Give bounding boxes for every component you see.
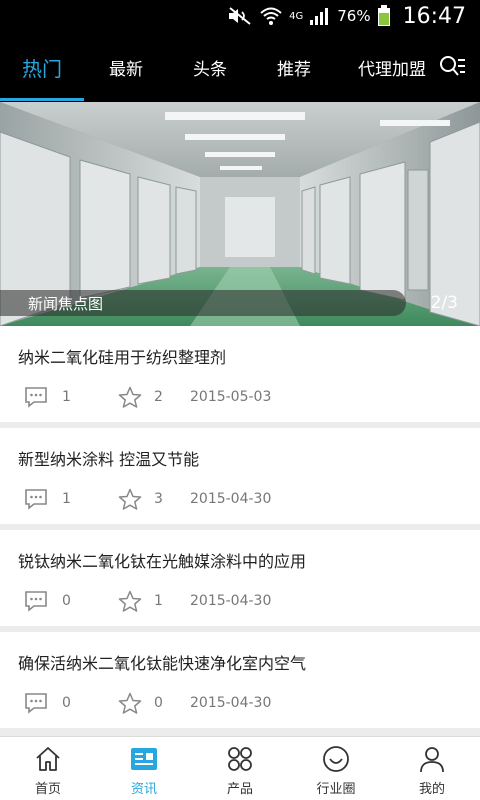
battery-percent: 76% [337,7,371,25]
article-title: 纳米二氧化硅用于纺织整理剂 [18,348,227,367]
battery-icon [377,5,390,26]
article-meta: 1 3 2015-04-30 [24,488,464,512]
news-banner[interactable]: 新闻焦点图 2/3 [0,102,480,326]
star-icon [118,590,142,612]
article-meta: 1 2 2015-05-03 [24,386,464,410]
article-meta: 0 0 2015-04-30 [24,692,464,716]
active-tab-indicator [0,98,84,101]
nav-products[interactable]: 产品 [192,737,288,800]
comment-count: 0 [62,695,71,711]
nav-home-label: 首页 [34,782,61,797]
nav-home[interactable]: 首页 [0,737,96,800]
star-icon [118,386,142,408]
article-date: 2015-05-03 [190,389,272,405]
comment-icon [25,387,47,408]
article-meta: 0 1 2015-04-30 [24,590,464,614]
status-bar: 4G 76% 16:47 [0,0,480,32]
news-icon [131,748,157,770]
signal-icon [310,8,329,25]
smiley-icon [323,746,349,772]
tab-hot[interactable]: 热门 [0,32,84,102]
clock: 16:47 [402,3,466,29]
user-icon [420,747,444,773]
wifi-icon [260,7,282,25]
article-title: 锐钛纳米二氧化钛在光触媒涂料中的应用 [18,552,307,571]
comment-count: 1 [62,491,71,507]
nav-mine[interactable]: 我的 [384,737,480,800]
article-item[interactable]: 锐钛纳米二氧化钛在光触媒涂料中的应用 0 1 2015-04-30 [0,530,480,626]
products-icon [228,747,252,771]
nav-industry[interactable]: 行业圈 [288,737,384,800]
mute-icon [229,7,251,25]
article-date: 2015-04-30 [190,695,272,711]
favorite-count: 1 [154,593,163,609]
article-title: 确保活纳米二氧化钛能快速净化室内空气 [18,654,307,673]
comment-count: 0 [62,593,71,609]
banner-page-counter: 2/3 [430,293,458,313]
nav-mine-label: 我的 [418,782,445,797]
tab-headlines[interactable]: 头条 [168,32,252,102]
nav-industry-label: 行业圈 [316,782,356,797]
favorite-count: 3 [154,491,163,507]
article-item[interactable]: 确保活纳米二氧化钛能快速净化室内空气 0 0 2015-04-30 [0,632,480,728]
nav-news-label: 资讯 [130,782,157,797]
star-icon [118,488,142,510]
tab-latest[interactable]: 最新 [84,32,168,102]
nav-news[interactable]: 资讯 [96,737,192,800]
star-icon [118,692,142,714]
favorite-count: 0 [154,695,163,711]
article-date: 2015-04-30 [190,593,272,609]
network-type: 4G [289,10,304,22]
tab-recommended[interactable]: 推荐 [252,32,336,102]
bottom-nav: 首页 资讯 产品 行业圈 我的 [0,736,480,800]
search-menu-icon[interactable] [438,54,466,80]
comment-icon [25,489,47,510]
comment-count: 1 [62,389,71,405]
tab-agency[interactable]: 代理加盟 [350,32,434,102]
nav-products-label: 产品 [226,782,253,797]
favorite-count: 2 [154,389,163,405]
article-item[interactable]: 纳米二氧化硅用于纺织整理剂 1 2 2015-05-03 [0,326,480,422]
banner-caption: 新闻焦点图 [0,290,406,316]
top-tab-bar: 热门 最新 头条 推荐 代理加盟 [0,32,480,102]
article-item[interactable]: 新型纳米涂料 控温又节能 1 3 2015-04-30 [0,428,480,524]
article-title: 新型纳米涂料 控温又节能 [18,450,200,469]
article-date: 2015-04-30 [190,491,272,507]
comment-icon [25,693,47,714]
home-icon [36,747,60,771]
comment-icon [25,591,47,612]
